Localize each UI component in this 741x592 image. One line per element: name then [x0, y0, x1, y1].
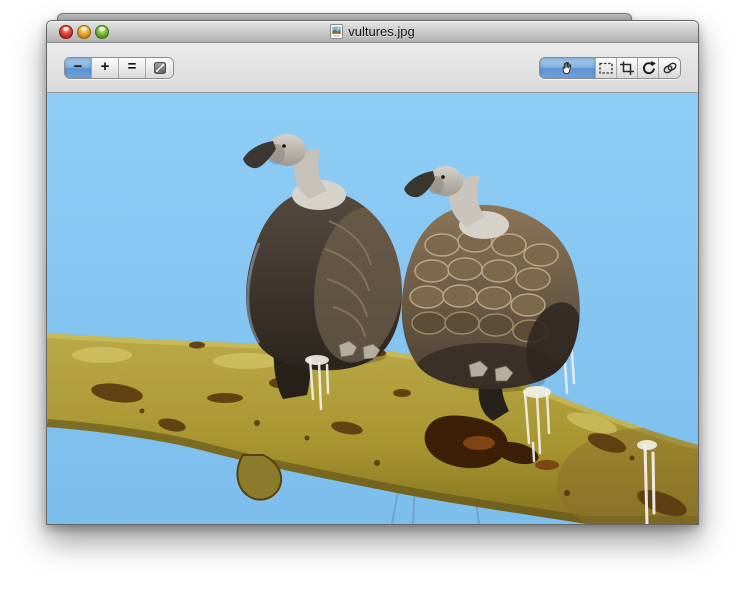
window-title-area: vultures.jpg: [47, 21, 698, 42]
select-tool-button[interactable]: [596, 58, 617, 78]
crop-tool-button[interactable]: [617, 58, 638, 78]
jpeg-file-icon: [330, 24, 343, 39]
hand-icon: [560, 60, 576, 76]
crop-icon: [619, 60, 635, 76]
titlebar[interactable]: vultures.jpg: [47, 21, 698, 43]
link-rings-icon: [662, 60, 678, 76]
link-tool-button[interactable]: [659, 58, 680, 78]
image-viewer-window: vultures.jpg − + =: [46, 20, 699, 525]
tools-segmented-control: [539, 57, 681, 79]
actual-size-button[interactable]: =: [119, 58, 146, 78]
zoom-out-button[interactable]: −: [65, 58, 92, 78]
photo-canvas[interactable]: [47, 93, 698, 524]
right-vulture-eye: [441, 175, 445, 179]
zoom-to-fit-icon: [152, 60, 168, 76]
plus-icon: +: [101, 59, 110, 74]
pan-tool-button[interactable]: [540, 58, 596, 78]
zoom-to-fit-button[interactable]: [146, 58, 173, 78]
left-vulture-eye: [282, 144, 286, 148]
equals-icon: =: [128, 59, 137, 74]
branch-knob: [237, 455, 281, 500]
rotate-tool-button[interactable]: [638, 58, 659, 78]
zoom-in-button[interactable]: +: [92, 58, 119, 78]
toolbar: − + =: [47, 43, 698, 93]
rotate-icon: [640, 60, 656, 76]
zoom-segmented-control: − + =: [64, 57, 174, 79]
minus-icon: −: [74, 59, 83, 74]
window-title: vultures.jpg: [348, 24, 414, 39]
marquee-selection-icon: [598, 60, 614, 76]
